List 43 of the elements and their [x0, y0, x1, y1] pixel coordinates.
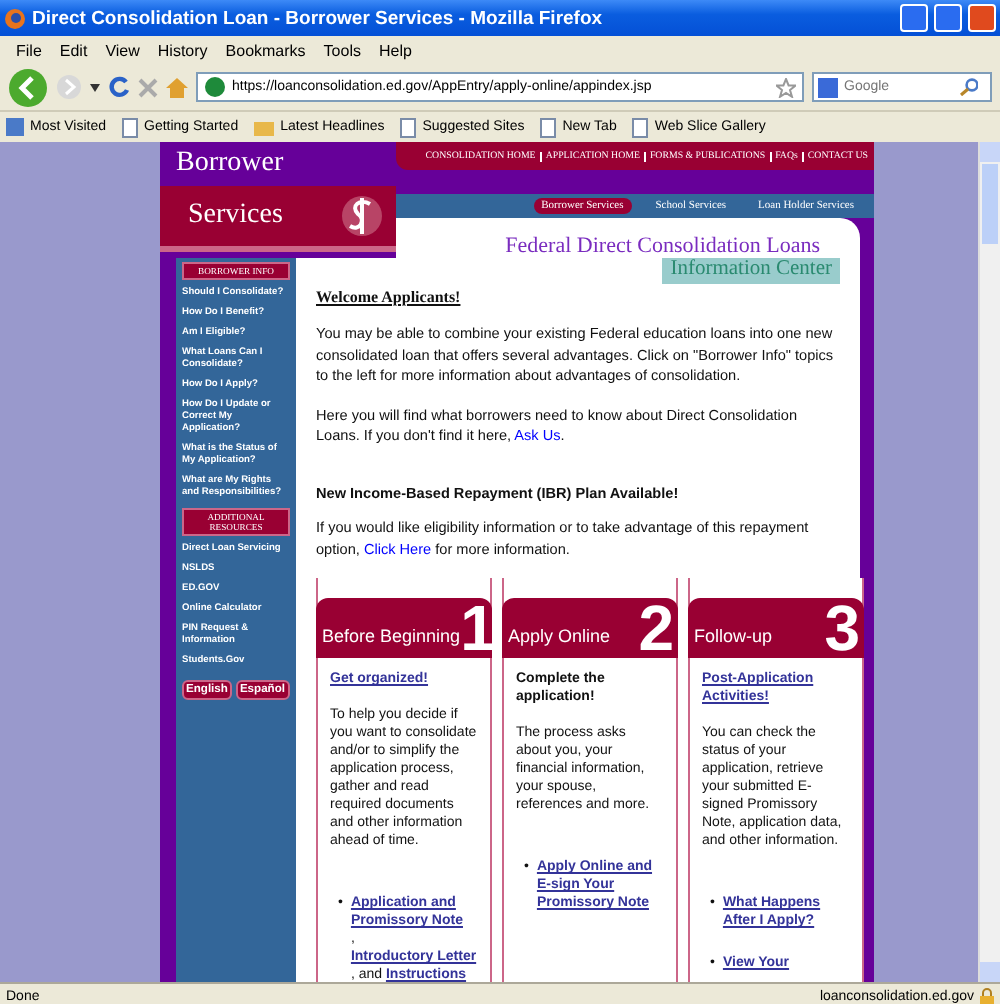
- step-number: 3: [824, 598, 860, 658]
- card-title: Follow-up: [694, 628, 773, 650]
- reload-icon[interactable]: [108, 76, 130, 98]
- close-button[interactable]: [968, 4, 996, 32]
- menu-item[interactable]: Help: [378, 41, 412, 59]
- window-title: Direct Consolidation Loan - Borrower Services - Mozilla Firefox: [32, 7, 605, 29]
- site-icon: [204, 76, 226, 98]
- step-number: 2: [638, 598, 674, 658]
- menu-item[interactable]: History: [157, 41, 208, 59]
- stop-icon[interactable]: [138, 77, 158, 97]
- menu-item[interactable]: Bookmarks: [225, 41, 306, 59]
- scrollbar[interactable]: [978, 142, 1000, 982]
- menu-item[interactable]: File: [16, 41, 42, 59]
- bookmark-icon: [6, 118, 24, 136]
- minimize-button[interactable]: [900, 4, 928, 32]
- page-icon: [122, 117, 138, 137]
- banner-subtitle: Information Center: [662, 258, 840, 283]
- firefox-icon: [4, 7, 26, 29]
- dollar-logo-icon: [340, 194, 384, 238]
- card-title: Before Beginning: [322, 628, 461, 650]
- maximize-button[interactable]: [934, 4, 962, 32]
- home-icon[interactable]: [166, 77, 188, 97]
- card-title: Apply Online: [508, 628, 611, 650]
- dropdown-icon[interactable]: [90, 83, 100, 91]
- welcome-heading: Welcome Applicants!: [316, 287, 461, 308]
- search-icon[interactable]: [960, 78, 978, 96]
- logo-text: Borrower: [174, 146, 284, 178]
- menu-item[interactable]: View: [105, 41, 140, 59]
- google-icon: [818, 77, 838, 97]
- star-icon[interactable]: [776, 77, 796, 97]
- step-number: 1: [460, 598, 496, 658]
- back-button[interactable]: [8, 67, 48, 107]
- lock-icon: [980, 987, 994, 1004]
- menu-item[interactable]: Edit: [59, 41, 88, 59]
- banner-title: Federal Direct Consolidation Loans: [505, 234, 820, 258]
- folder-icon: [254, 119, 275, 135]
- scroll-thumb[interactable]: [982, 164, 998, 244]
- page-icon: [400, 117, 417, 137]
- page-icon: [540, 117, 557, 137]
- forward-button[interactable]: [56, 74, 82, 100]
- menu-item[interactable]: Tools: [323, 41, 361, 59]
- logo-text: Services: [188, 200, 283, 232]
- page-icon: [632, 117, 649, 137]
